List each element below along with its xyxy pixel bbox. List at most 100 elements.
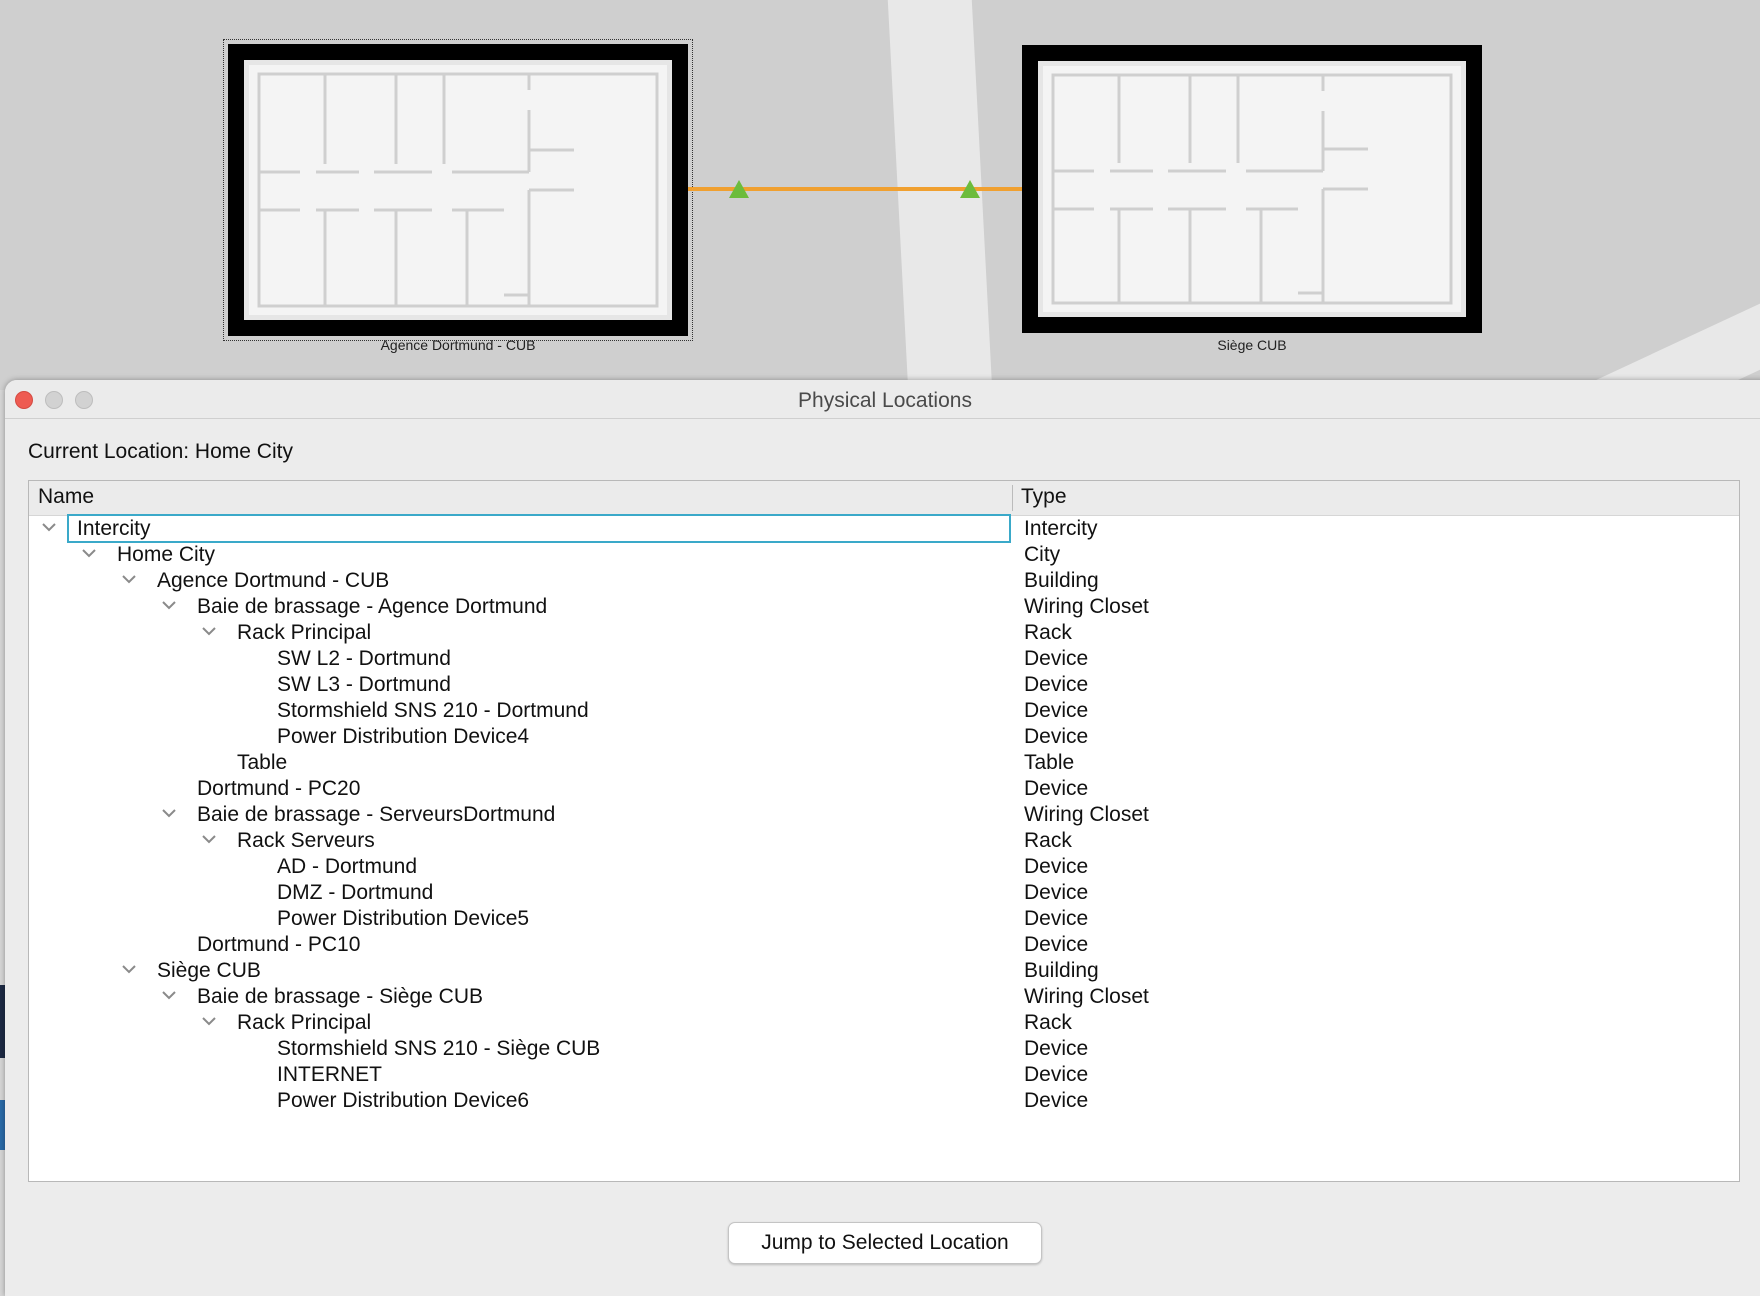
tree-row-type: Device	[1024, 699, 1089, 722]
chevron-down-icon[interactable]	[199, 1011, 219, 1031]
tree-row-type: Device	[1024, 725, 1089, 748]
tree-row-name: Agence Dortmund - CUB	[157, 569, 390, 592]
link-status-up-icon	[729, 180, 749, 198]
tree-row-name: DMZ - Dortmund	[277, 881, 434, 904]
chevron-down-icon[interactable]	[119, 569, 139, 589]
title-bar[interactable]: Physical Locations	[5, 380, 1760, 419]
chevron-down-icon[interactable]	[39, 517, 59, 537]
current-location-label: Current Location: Home City	[28, 440, 293, 463]
tree-row[interactable]: Power Distribution Device4 Device	[29, 724, 1739, 750]
tree-row-type: Rack	[1024, 621, 1072, 644]
column-divider[interactable]	[1012, 485, 1013, 511]
tree-row[interactable]: Rack Serveurs Rack	[29, 828, 1739, 854]
jump-to-selected-location-button[interactable]: Jump to Selected Location	[728, 1222, 1042, 1264]
tree-row[interactable]: Dortmund - PC10 Device	[29, 932, 1739, 958]
tree-row-name: Rack Principal	[237, 621, 372, 644]
tree-row-name: Table	[237, 751, 288, 774]
chevron-down-icon[interactable]	[119, 959, 139, 979]
building-agence-dortmund[interactable]	[223, 39, 693, 341]
tree-row-type: Rack	[1024, 829, 1072, 852]
chevron-down-icon[interactable]	[159, 595, 179, 615]
tree-row[interactable]: Stormshield SNS 210 - Dortmund Device	[29, 698, 1739, 724]
tree-row-type: City	[1024, 543, 1061, 566]
building-label: Agence Dortmund - CUB	[380, 337, 536, 353]
tree-row-name: Dortmund - PC10	[197, 933, 361, 956]
tree-row-name: Home City	[117, 543, 216, 566]
tree-row-type: Building	[1024, 569, 1099, 592]
workspace-canvas[interactable]: Agence Dortmund - CUB Siège CUB	[0, 0, 1760, 390]
tree-row-name: Intercity	[67, 514, 1011, 543]
tree-row-type: Wiring Closet	[1024, 985, 1149, 1008]
tree-row-type: Rack	[1024, 1011, 1072, 1034]
tree-row-name: INTERNET	[277, 1063, 382, 1086]
tree-row-type: Device	[1024, 777, 1089, 800]
tree-row-name: Power Distribution Device5	[277, 907, 530, 930]
tree-rows: Intercity Intercity Home City City Agence Do…	[29, 514, 1739, 1114]
tree-row[interactable]: Agence Dortmund - CUB Building	[29, 568, 1739, 594]
tree-row[interactable]: Power Distribution Device6 Device	[29, 1088, 1739, 1114]
tree-row-type: Device	[1024, 933, 1089, 956]
tree-row[interactable]: Rack Principal Rack	[29, 1010, 1739, 1036]
tree-row[interactable]: SW L2 - Dortmund Device	[29, 646, 1739, 672]
tree-row-name: Baie de brassage - Siège CUB	[197, 985, 483, 1008]
tree-row-type: Device	[1024, 1089, 1089, 1112]
tree-row-name: Dortmund - PC20	[197, 777, 361, 800]
tree-row[interactable]: DMZ - Dortmund Device	[29, 880, 1739, 906]
tree-row-name: Stormshield SNS 210 - Siège CUB	[277, 1037, 601, 1060]
tree-row-name: Siège CUB	[157, 959, 261, 982]
chevron-down-icon[interactable]	[159, 985, 179, 1005]
tree-row-name: AD - Dortmund	[277, 855, 418, 878]
link-status-up-icon	[960, 180, 980, 198]
tree-row-name: SW L2 - Dortmund	[277, 647, 451, 670]
tree-row-type: Device	[1024, 1063, 1089, 1086]
locations-tree[interactable]: Name Type Intercity Intercity Home City Cit…	[28, 480, 1740, 1182]
tree-row-type: Device	[1024, 855, 1089, 878]
tree-row[interactable]: Baie de brassage - Siège CUB Wiring Close…	[29, 984, 1739, 1010]
tree-row-type: Device	[1024, 673, 1089, 696]
chevron-down-icon[interactable]	[159, 803, 179, 823]
column-header-type[interactable]: Type	[1021, 485, 1067, 509]
tree-row[interactable]: Rack Principal Rack	[29, 620, 1739, 646]
tree-row-name: SW L3 - Dortmund	[277, 673, 451, 696]
building-siege-cub[interactable]	[1022, 45, 1482, 333]
tree-row-name: Stormshield SNS 210 - Dortmund	[277, 699, 589, 722]
tree-row-name: Baie de brassage - Agence Dortmund	[197, 595, 548, 618]
chevron-down-icon[interactable]	[79, 543, 99, 563]
tree-row-type: Building	[1024, 959, 1099, 982]
floor-plan-icon	[1043, 66, 1461, 312]
tree-row-type: Device	[1024, 881, 1089, 904]
tree-row-type: Device	[1024, 1037, 1089, 1060]
map-road	[1561, 269, 1760, 390]
tree-header: Name Type	[29, 481, 1739, 516]
tree-row-name: Baie de brassage - ServeursDortmund	[197, 803, 556, 826]
building-label: Siège CUB	[1217, 337, 1287, 353]
column-header-name[interactable]: Name	[38, 485, 94, 509]
chevron-down-icon[interactable]	[199, 621, 219, 641]
tree-row[interactable]: AD - Dortmund Device	[29, 854, 1739, 880]
tree-row-name: Power Distribution Device6	[277, 1089, 530, 1112]
tree-row[interactable]: Power Distribution Device5 Device	[29, 906, 1739, 932]
tree-row[interactable]: Dortmund - PC20 Device	[29, 776, 1739, 802]
tree-row-type: Intercity	[1024, 517, 1098, 540]
tree-row-name: Power Distribution Device4	[277, 725, 530, 748]
tree-row-name: Rack Serveurs	[237, 829, 375, 852]
tree-row-type: Table	[1024, 751, 1075, 774]
tree-row-type: Device	[1024, 647, 1089, 670]
tree-row[interactable]: SW L3 - Dortmund Device	[29, 672, 1739, 698]
tree-row-type: Wiring Closet	[1024, 595, 1149, 618]
chevron-down-icon[interactable]	[199, 829, 219, 849]
tree-row-type: Device	[1024, 907, 1089, 930]
dialog-title: Physical Locations	[798, 389, 972, 412]
physical-locations-dialog: Physical Locations Current Location: Hom…	[5, 380, 1760, 1296]
tree-row[interactable]: Table Table	[29, 750, 1739, 776]
floor-plan-icon	[249, 65, 667, 315]
tree-row[interactable]: Baie de brassage - Agence Dortmund Wiring…	[29, 594, 1739, 620]
tree-row[interactable]: Siège CUB Building	[29, 958, 1739, 984]
tree-row[interactable]: Stormshield SNS 210 - Siège CUB Device	[29, 1036, 1739, 1062]
tree-row-name: Rack Principal	[237, 1011, 372, 1034]
tree-row[interactable]: INTERNET Device	[29, 1062, 1739, 1088]
tree-row[interactable]: Baie de brassage - ServeursDortmund Wirin…	[29, 802, 1739, 828]
tree-row[interactable]: Home City City	[29, 542, 1739, 568]
tree-row-type: Wiring Closet	[1024, 803, 1149, 826]
tree-row[interactable]: Intercity Intercity	[29, 514, 1739, 543]
